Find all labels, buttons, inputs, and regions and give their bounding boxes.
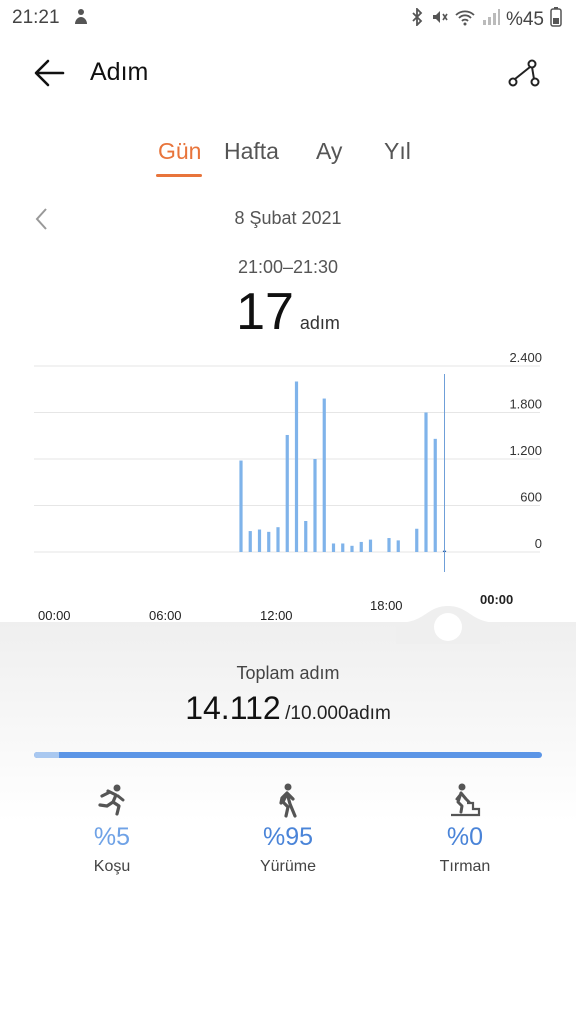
selected-range: 21:00–21:30 <box>237 257 339 277</box>
selected-value: 17 adım <box>0 282 576 342</box>
tab-day[interactable]: Gün <box>158 138 201 165</box>
chart-bar[interactable] <box>350 545 354 552</box>
chart-bar[interactable] <box>239 460 243 552</box>
chart-bar[interactable] <box>313 459 317 552</box>
activity-running: %5 Koşu <box>32 782 192 876</box>
x-tick-label: 00:00 <box>38 608 71 623</box>
chart-bar[interactable] <box>322 398 326 552</box>
climbing-label: Tırman <box>439 858 491 875</box>
status-icons: %45 <box>410 6 562 33</box>
date-label: 8 Şubat 2021 <box>234 208 342 228</box>
mute-icon <box>430 8 448 32</box>
chart-bar[interactable] <box>304 521 308 552</box>
chart-bar[interactable] <box>267 531 271 552</box>
bluetooth-icon <box>410 6 424 32</box>
chart-bar[interactable] <box>285 434 289 552</box>
tab-month[interactable]: Ay <box>316 138 342 165</box>
steps-chart[interactable]: 2.400 1.800 1.200 600 0 <box>0 340 576 630</box>
back-arrow-icon[interactable] <box>32 56 66 95</box>
chart-bar[interactable] <box>276 527 280 552</box>
status-bar: 21:21 %45 <box>0 0 576 36</box>
y-tick-label: 1.800 <box>509 397 542 412</box>
activity-climbing: %0 Tırman <box>385 782 545 876</box>
battery-label: %45 <box>505 9 544 30</box>
y-tick-label: 1.200 <box>509 443 542 458</box>
activity-walking: %95 Yürüme <box>208 782 368 876</box>
chart-bar[interactable] <box>396 540 400 552</box>
chart-bar[interactable] <box>433 438 437 552</box>
selected-steps: 17 <box>236 283 294 341</box>
progress-bar <box>34 752 542 758</box>
x-tick-label: 12:00 <box>260 608 293 623</box>
chart-bar[interactable] <box>359 541 363 552</box>
x-tick-label: 06:00 <box>149 608 182 623</box>
chart-scrubber-handle[interactable] <box>396 604 500 644</box>
climbing-percent: %0 <box>446 823 484 851</box>
chart-bar[interactable] <box>415 528 419 552</box>
running-icon <box>32 782 192 823</box>
walking-percent: %95 <box>262 823 314 851</box>
battery-icon <box>550 7 562 33</box>
chart-bar[interactable] <box>387 538 391 552</box>
walking-icon <box>208 782 368 823</box>
steps-goal: /10.000adım <box>285 703 391 724</box>
tab-active-indicator <box>156 174 202 177</box>
running-label: Koşu <box>93 858 131 875</box>
person-icon <box>72 8 90 32</box>
chart-bar[interactable] <box>248 531 252 552</box>
total-steps: 14.112 /10.000adım <box>0 690 576 727</box>
y-tick-label: 2.400 <box>509 350 542 365</box>
running-percent: %5 <box>93 823 131 851</box>
selected-unit: adım <box>299 313 340 333</box>
tab-week[interactable]: Hafta <box>224 138 279 165</box>
wifi-icon <box>454 8 476 32</box>
y-tick-label: 600 <box>520 490 542 505</box>
chart-bar[interactable] <box>424 412 428 553</box>
y-tick-label: 0 <box>535 536 542 551</box>
walking-label: Yürüme <box>259 858 317 875</box>
tab-year[interactable]: Yıl <box>384 138 411 165</box>
chart-bar[interactable] <box>331 543 336 552</box>
chart-bar[interactable] <box>341 543 345 552</box>
total-steps-value: 14.112 <box>185 690 281 726</box>
page-title: Adım <box>90 58 149 86</box>
signal-icon <box>482 8 500 32</box>
chart-bar[interactable] <box>368 539 373 552</box>
period-tabs: Gün Hafta Ay Yıl <box>0 138 576 178</box>
chart-bar[interactable] <box>257 529 262 552</box>
status-time: 21:21 <box>12 7 60 28</box>
share-icon[interactable] <box>506 56 542 95</box>
chart-bar[interactable] <box>294 381 299 553</box>
climbing-icon <box>385 782 545 823</box>
total-steps-label: Toplam adım <box>236 663 340 683</box>
progress-bar-fill <box>34 752 60 758</box>
